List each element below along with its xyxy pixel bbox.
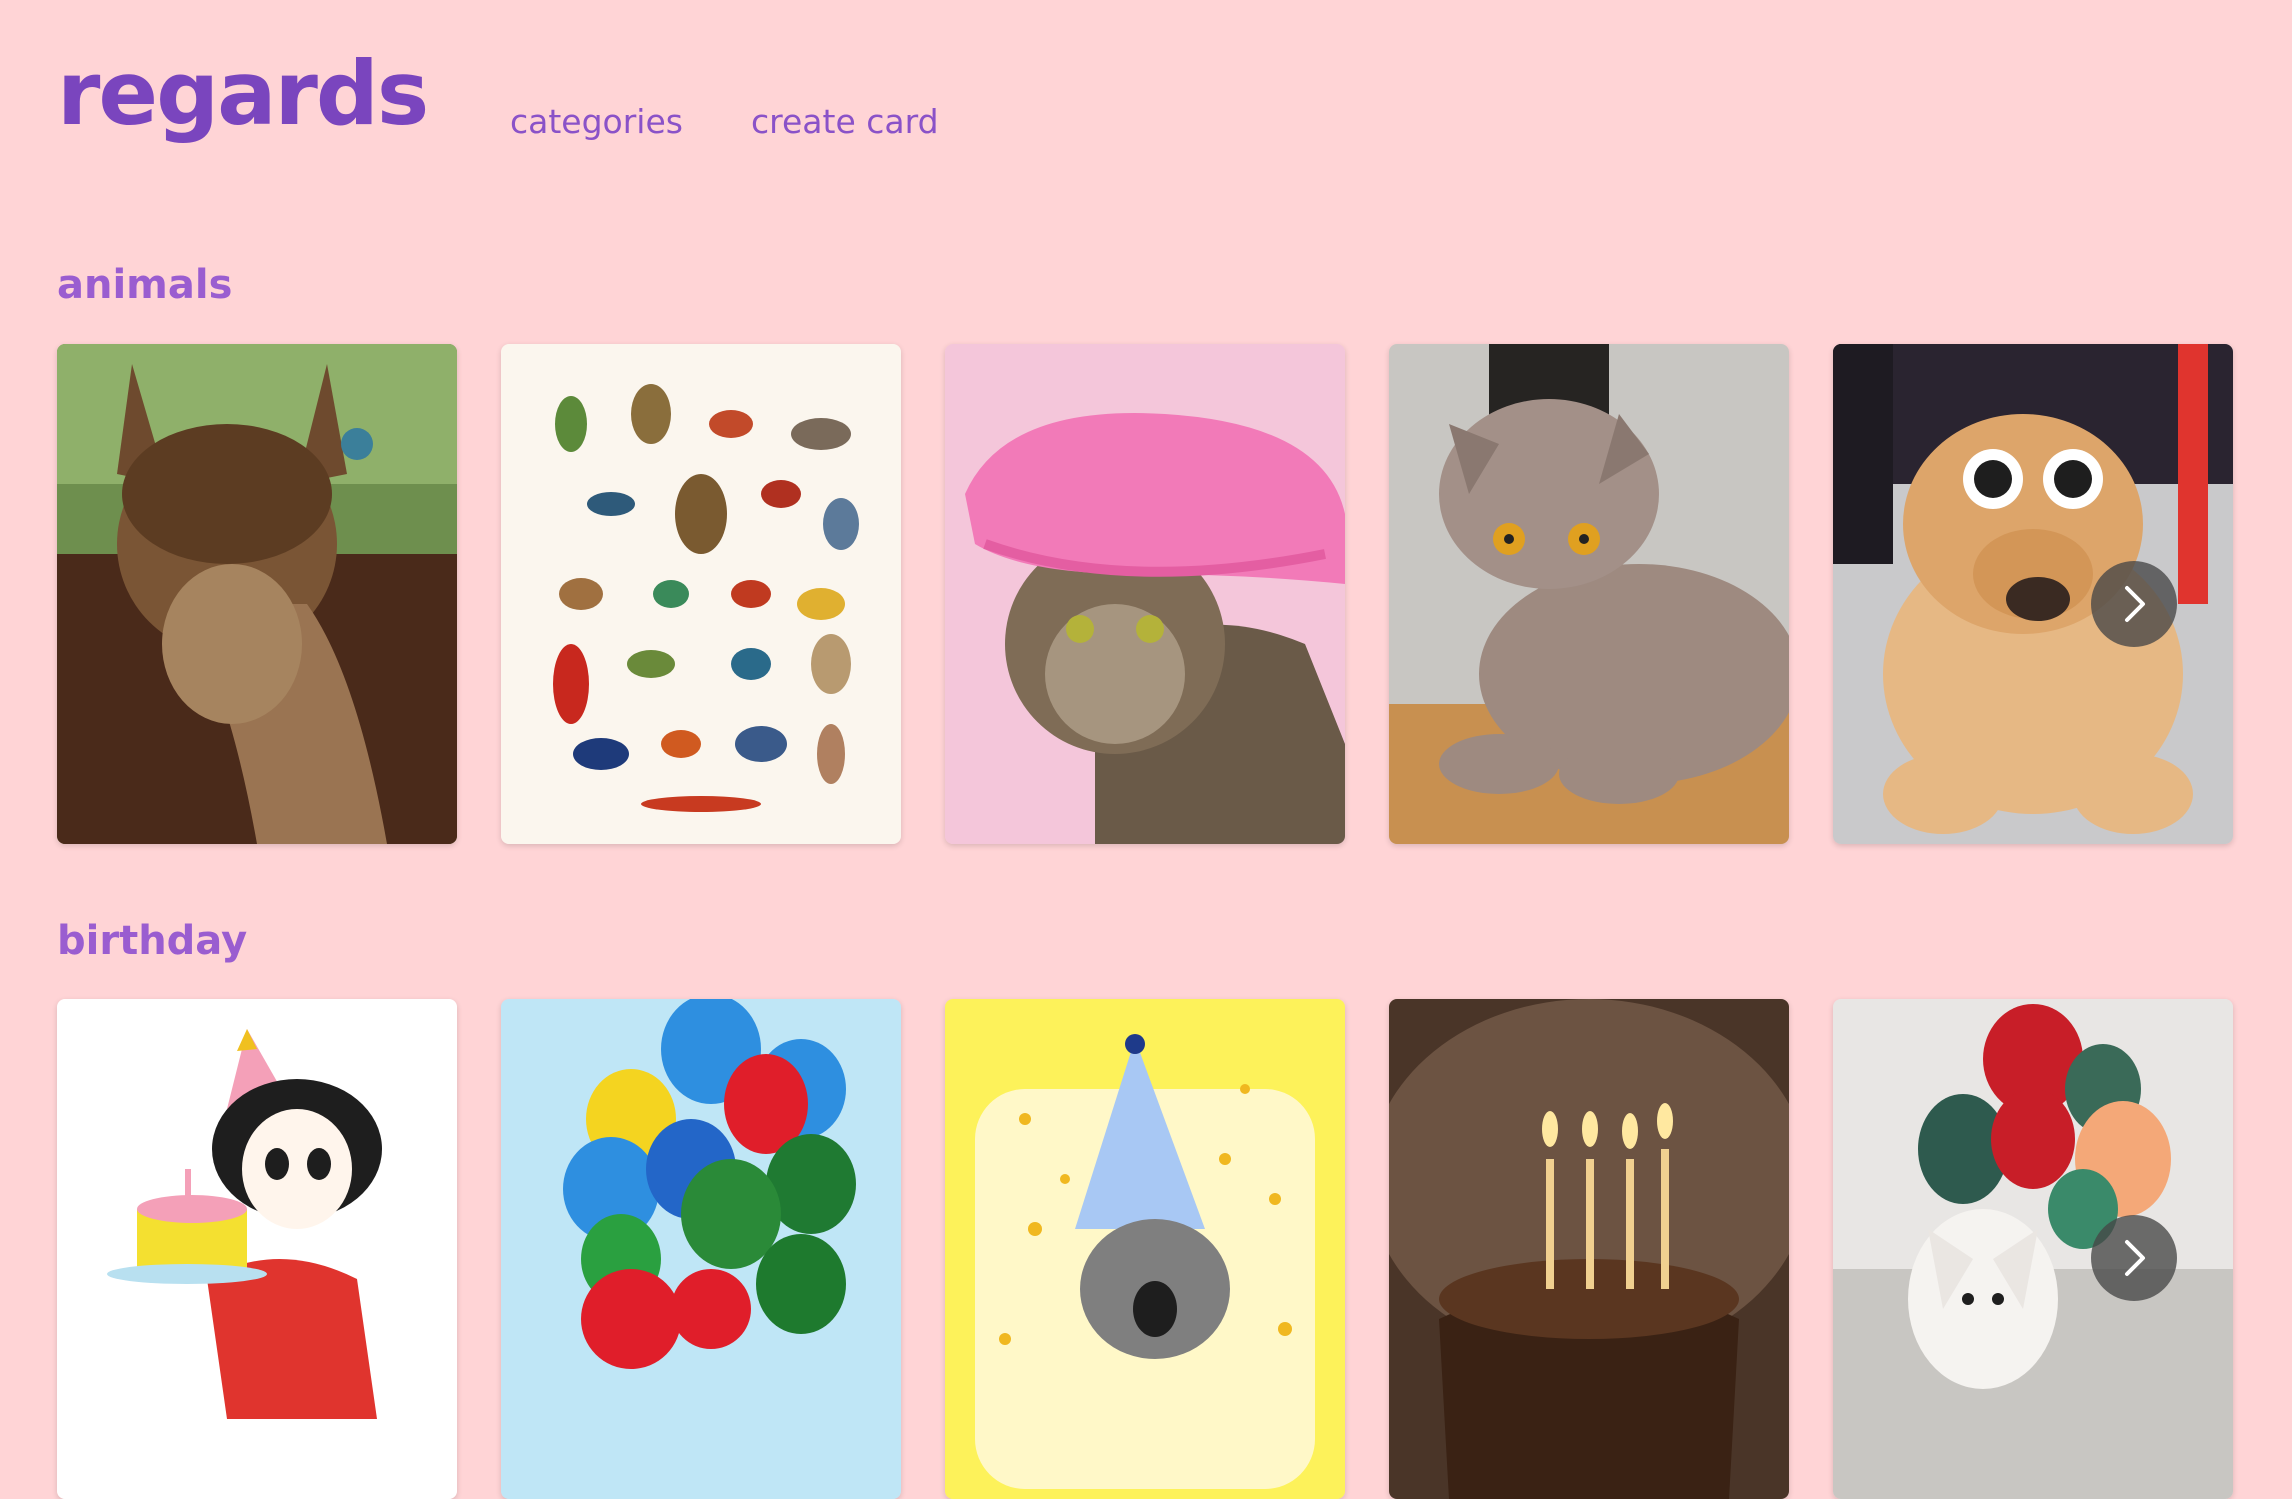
birds-image: [501, 344, 901, 844]
card-cake-candles[interactable]: [1389, 999, 1789, 1499]
card-row-animals: [57, 344, 2235, 844]
logo[interactable]: regards: [57, 50, 429, 138]
card-grey-cat[interactable]: [1389, 344, 1789, 844]
chevron-right-icon: [2125, 1240, 2145, 1276]
card-row-birthday: [57, 999, 2235, 1499]
balloons-image: [501, 999, 901, 1499]
nav-categories[interactable]: categories: [510, 102, 683, 141]
party-cat-image: [945, 999, 1345, 1499]
card-balloons[interactable]: [501, 999, 901, 1499]
next-button-animals[interactable]: [2091, 561, 2177, 647]
alpaca-image: [57, 344, 457, 844]
cake-candles-image: [1389, 999, 1789, 1499]
card-party-cat[interactable]: [945, 999, 1345, 1499]
card-cartoon-cake[interactable]: [57, 999, 457, 1499]
card-alpaca[interactable]: [57, 344, 457, 844]
cat-bonnet-image: [945, 344, 1345, 844]
next-button-birthday[interactable]: [2091, 1215, 2177, 1301]
grey-cat-image: [1389, 344, 1789, 844]
section-title-birthday: birthday: [57, 918, 248, 964]
cartoon-cake-image: [57, 999, 457, 1499]
card-cat-bonnet[interactable]: [945, 344, 1345, 844]
nav-create-card[interactable]: create card: [751, 102, 939, 141]
chevron-right-icon: [2125, 586, 2145, 622]
section-title-animals: animals: [57, 262, 233, 308]
card-birds[interactable]: [501, 344, 901, 844]
